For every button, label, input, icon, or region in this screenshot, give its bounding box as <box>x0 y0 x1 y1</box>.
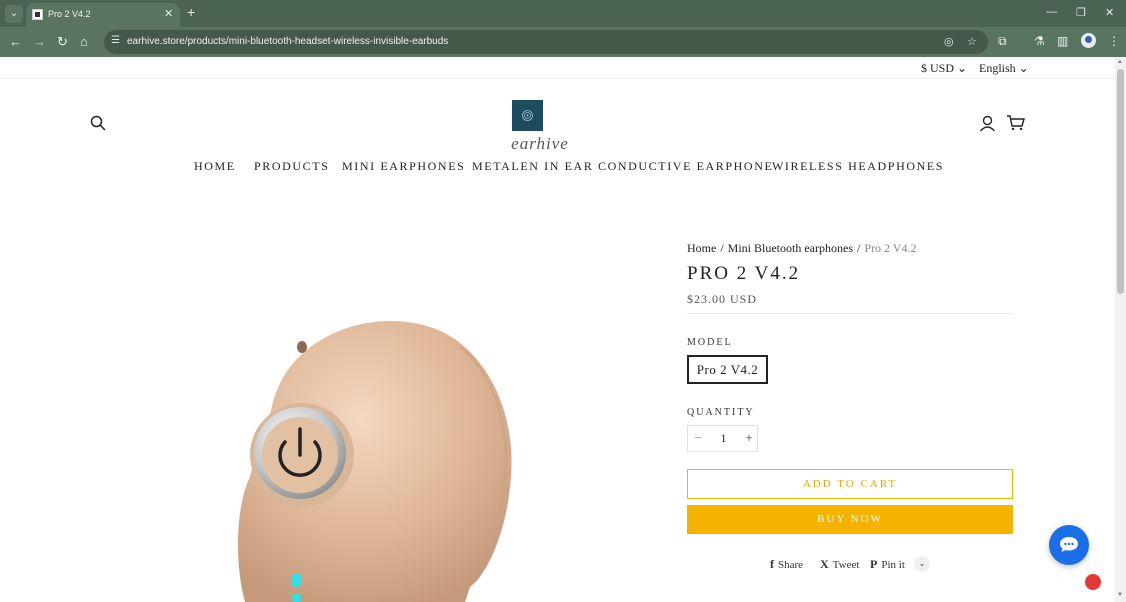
share-facebook-link[interactable]: f Share <box>770 557 803 572</box>
reload-button[interactable]: ↻ <box>57 34 68 50</box>
new-tab-button[interactable]: + <box>187 4 195 20</box>
account-icon[interactable] <box>979 115 996 132</box>
share-pinterest-link[interactable]: P Pin it <box>870 557 905 572</box>
more-share-options-icon[interactable]: ⌄ <box>914 556 930 572</box>
restore-button[interactable]: ❐ <box>1076 6 1086 19</box>
nav-wireless-headphones[interactable]: WIRELESS HEADPHONES <box>772 159 944 174</box>
x-twitter-icon: X <box>820 557 829 571</box>
back-button[interactable]: ← <box>9 34 22 49</box>
scroll-up-icon[interactable]: ▲ <box>1117 59 1123 65</box>
forward-button[interactable]: → <box>33 34 46 49</box>
variant-option-button[interactable]: Pro 2 V4.2 <box>687 355 768 384</box>
product-title: PRO 2 V4.2 <box>687 263 801 284</box>
notification-badge-icon[interactable] <box>1085 574 1101 590</box>
tab-search-button[interactable]: ⌄ <box>5 5 23 23</box>
tab-close-icon[interactable]: ✕ <box>164 7 173 20</box>
nav-home[interactable]: HOME <box>194 159 236 174</box>
browser-toolbar: ← → ↻ ⌂ ☰ earhive.store/products/mini-bl… <box>0 27 1126 57</box>
side-panel-icon[interactable]: ▥ <box>1057 34 1068 48</box>
home-button[interactable]: ⌂ <box>80 34 88 49</box>
breadcrumb: Home / Mini Bluetooth earphones / Pro 2 V4.2 <box>687 241 916 256</box>
cart-icon[interactable] <box>1006 115 1025 131</box>
search-icon[interactable] <box>90 115 106 131</box>
page-scrollbar[interactable]: ▲ ▼ <box>1115 57 1126 602</box>
chevron-down-icon: ⌄ <box>957 61 968 75</box>
buy-now-button[interactable]: BUY NOW <box>687 505 1013 534</box>
model-label: MODEL <box>687 337 733 348</box>
browser-menu-icon[interactable]: ⋮ <box>1108 34 1120 48</box>
scroll-down-icon[interactable]: ▼ <box>1117 592 1123 598</box>
nav-metalen-in-ear[interactable]: METALEN IN EAR <box>472 159 593 174</box>
tweet-label: Tweet <box>832 559 860 571</box>
site-info-icon[interactable]: ☰ <box>111 35 120 46</box>
currency-selector[interactable]: $ USD ⌄ <box>921 61 967 76</box>
pinterest-icon: P <box>870 557 878 571</box>
browser-tab-bar: ⌄ Pro 2 V4.2 ✕ + — ❐ ✕ <box>0 0 1126 27</box>
scrollbar-thumb[interactable] <box>1117 69 1124 294</box>
breadcrumb-separator: / <box>720 241 724 255</box>
labs-icon[interactable]: ⚗ <box>1034 34 1045 48</box>
divider <box>687 313 1013 314</box>
nav-conductive-earphone[interactable]: CONDUCTIVE EARPHONE <box>598 159 773 174</box>
share-label: Share <box>778 559 804 571</box>
chevron-down-icon: ⌄ <box>1018 61 1029 75</box>
nav-products[interactable]: PRODUCTS <box>254 159 329 174</box>
breadcrumb-home[interactable]: Home <box>687 241 716 255</box>
pin-label: Pin it <box>881 559 905 571</box>
extensions-icon[interactable]: ⧉ <box>998 34 1007 49</box>
quantity-decrease-button[interactable]: − <box>689 430 707 446</box>
eye-slash-icon[interactable]: ◎ <box>944 35 954 48</box>
minimize-button[interactable]: — <box>1046 6 1057 18</box>
chat-icon <box>1060 537 1078 552</box>
quantity-stepper: − 1 + <box>687 425 758 452</box>
logo-wordmark[interactable]: earhive <box>500 134 580 154</box>
web-page: $ USD ⌄ English ⌄ earhive HOME PRODUCTS … <box>0 57 1115 602</box>
url-text[interactable]: earhive.store/products/mini-bluetooth-he… <box>127 36 448 47</box>
add-to-cart-button[interactable]: ADD TO CART <box>687 469 1013 499</box>
quantity-input[interactable]: 1 <box>708 431 739 446</box>
logo-mark[interactable] <box>512 100 543 131</box>
quantity-label: QUANTITY <box>687 407 755 418</box>
quantity-increase-button[interactable]: + <box>740 430 758 446</box>
bookmark-star-icon[interactable]: ☆ <box>967 35 977 48</box>
language-label: English <box>979 61 1016 75</box>
profile-avatar-icon[interactable] <box>1081 33 1096 48</box>
tab-title: Pro 2 V4.2 <box>48 9 91 19</box>
breadcrumb-current: Pro 2 V4.2 <box>864 241 917 255</box>
close-window-button[interactable]: ✕ <box>1105 6 1114 19</box>
language-selector[interactable]: English ⌄ <box>979 61 1029 76</box>
favicon-icon <box>32 9 43 20</box>
fingerprint-icon <box>522 110 533 121</box>
nav-mini-earphones[interactable]: MINI EARPHONES <box>342 159 465 174</box>
chevron-down-icon: ⌄ <box>9 8 19 19</box>
address-bar[interactable]: ☰ earhive.store/products/mini-bluetooth-… <box>104 30 988 54</box>
product-price: $23.00 USD <box>687 292 758 306</box>
browser-tab[interactable]: Pro 2 V4.2 ✕ <box>26 3 180 27</box>
currency-label: $ USD <box>921 61 955 75</box>
main-navigation: HOME PRODUCTS MINI EARPHONES METALEN IN … <box>0 159 1115 179</box>
breadcrumb-separator: / <box>857 241 861 255</box>
utility-bar: $ USD ⌄ English ⌄ <box>0 57 1115 79</box>
product-image[interactable] <box>230 307 520 602</box>
share-twitter-link[interactable]: X Tweet <box>820 557 859 572</box>
chat-widget-button[interactable] <box>1049 525 1089 565</box>
breadcrumb-category[interactable]: Mini Bluetooth earphones <box>728 241 853 255</box>
facebook-icon: f <box>770 557 774 571</box>
